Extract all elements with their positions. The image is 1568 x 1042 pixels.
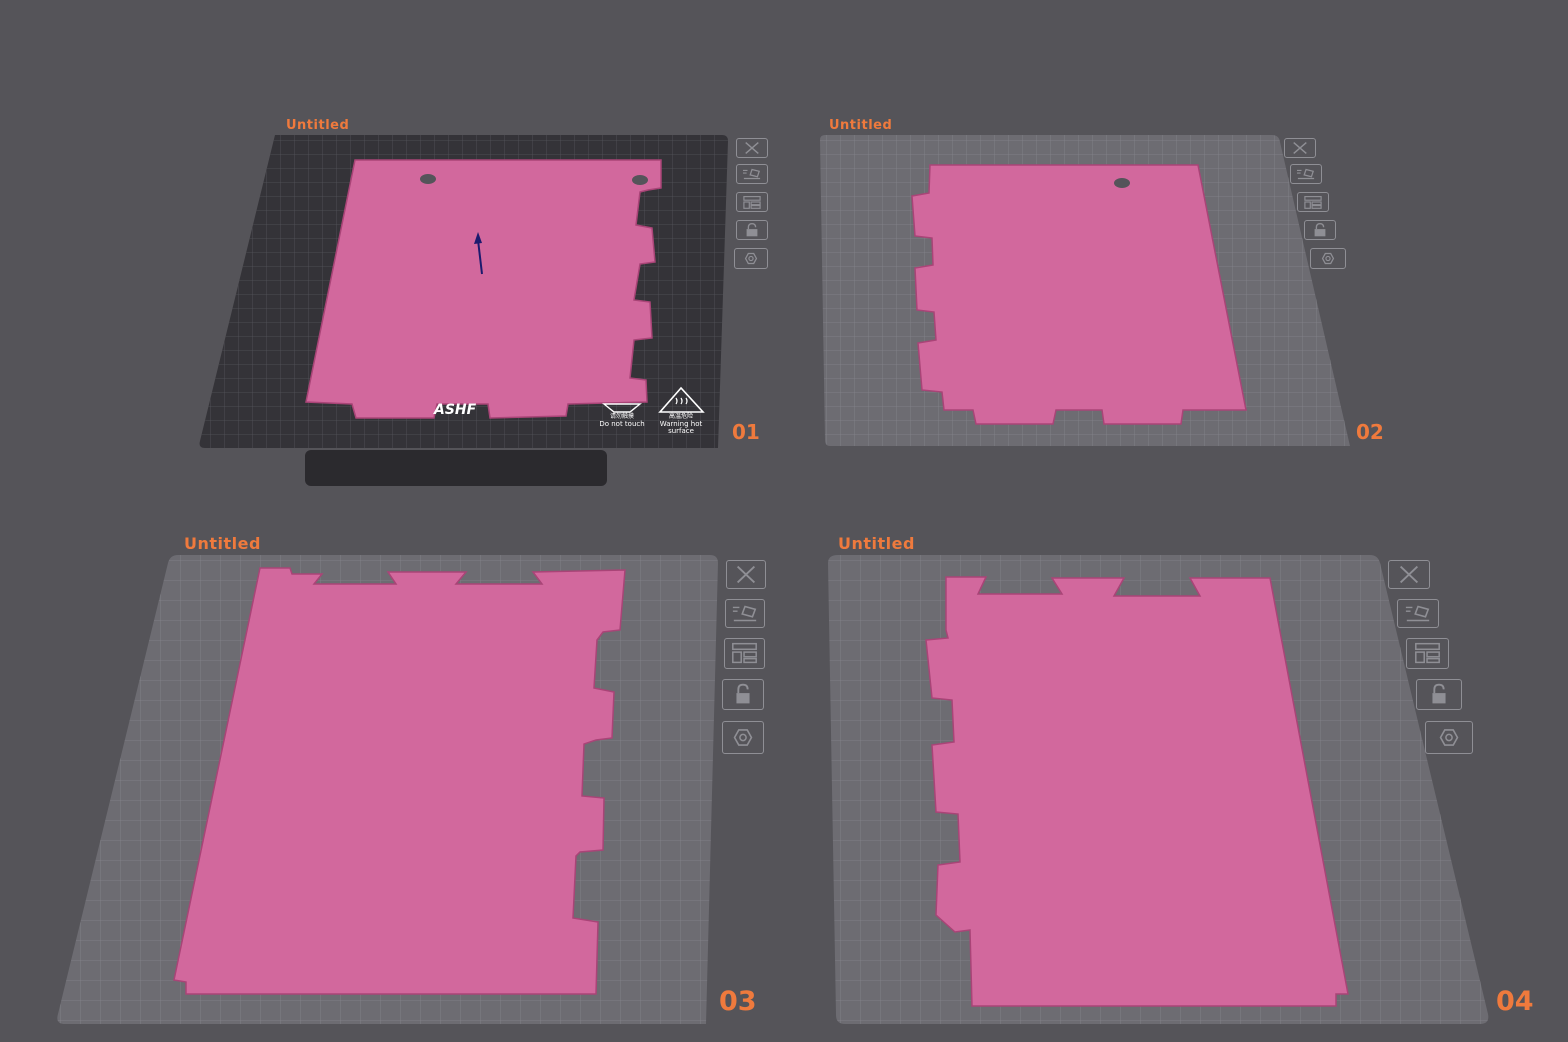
plate-1-lock-button[interactable] — [736, 220, 768, 240]
plate-1[interactable] — [199, 135, 729, 486]
plate-2-arrange-button[interactable] — [1297, 192, 1329, 212]
plate-4-settings-button[interactable] — [1425, 721, 1473, 754]
build-plate-scene — [57, 135, 1489, 1024]
arrange-icon — [1415, 642, 1440, 664]
plate-1-part[interactable] — [305, 159, 662, 419]
bed-mount — [305, 450, 607, 486]
plate-3[interactable] — [57, 555, 719, 1024]
close-icon — [745, 142, 759, 154]
auto-orient-icon — [1297, 168, 1315, 180]
plate-4-delete-button[interactable] — [1388, 560, 1430, 589]
plate-3-settings-button[interactable] — [722, 721, 764, 754]
close-icon — [736, 565, 756, 584]
plate-3-title[interactable]: Untitled — [184, 534, 261, 553]
lock-icon — [1432, 683, 1446, 704]
plate-2-delete-button[interactable] — [1284, 138, 1316, 158]
plate-4-lock-button[interactable] — [1416, 679, 1462, 710]
close-icon — [1293, 142, 1307, 154]
plate-4[interactable] — [828, 555, 1489, 1024]
plate-3-lock-button[interactable] — [722, 679, 764, 710]
arrange-icon — [743, 196, 761, 209]
lock-icon — [1314, 223, 1326, 237]
bed-hot-en-2: surface — [668, 427, 694, 435]
plate-1-title[interactable]: Untitled — [286, 118, 349, 133]
plate-1-auto-orient-button[interactable] — [736, 164, 768, 184]
bed-warning-en: Do not touch — [599, 420, 645, 428]
arrange-icon — [1304, 196, 1322, 209]
close-icon — [1399, 565, 1419, 584]
plate-3-arrange-button[interactable] — [724, 638, 765, 669]
hexagon-settings-icon — [744, 252, 758, 265]
plate-4-number: 04 — [1496, 986, 1534, 1017]
plate-2-number: 02 — [1356, 420, 1384, 444]
part-hole — [420, 174, 436, 184]
plate-1-delete-button[interactable] — [736, 138, 768, 158]
plate-2-settings-button[interactable] — [1310, 248, 1346, 269]
auto-orient-icon — [1405, 605, 1430, 622]
part-hole — [632, 175, 648, 185]
plate-4-arrange-button[interactable] — [1406, 638, 1449, 669]
plate-2-part[interactable] — [911, 164, 1247, 425]
bed-brand-logo: ASHF — [434, 402, 477, 418]
plate-2[interactable] — [820, 135, 1350, 446]
plate-2-lock-button[interactable] — [1304, 220, 1336, 240]
part-hole — [1114, 178, 1130, 188]
plate-1-settings-button[interactable] — [734, 248, 768, 269]
hexagon-settings-icon — [733, 729, 753, 746]
plate-4-auto-orient-button[interactable] — [1397, 599, 1439, 628]
auto-orient-icon — [743, 168, 761, 180]
plate-3-auto-orient-button[interactable] — [725, 599, 765, 628]
hexagon-settings-icon — [1439, 729, 1459, 746]
plate-2-title[interactable]: Untitled — [829, 118, 892, 133]
plate-1-number: 01 — [732, 420, 760, 444]
lock-icon — [746, 223, 758, 237]
plate-1-arrange-button[interactable] — [736, 192, 768, 212]
plate-3-number: 03 — [719, 986, 757, 1017]
plate-4-title[interactable]: Untitled — [838, 534, 915, 553]
lock-icon — [736, 683, 750, 704]
arrange-icon — [732, 642, 757, 664]
plate-2-auto-orient-button[interactable] — [1290, 164, 1322, 184]
plate-3-delete-button[interactable] — [726, 560, 766, 589]
hexagon-settings-icon — [1321, 252, 1335, 265]
auto-orient-icon — [732, 605, 757, 622]
